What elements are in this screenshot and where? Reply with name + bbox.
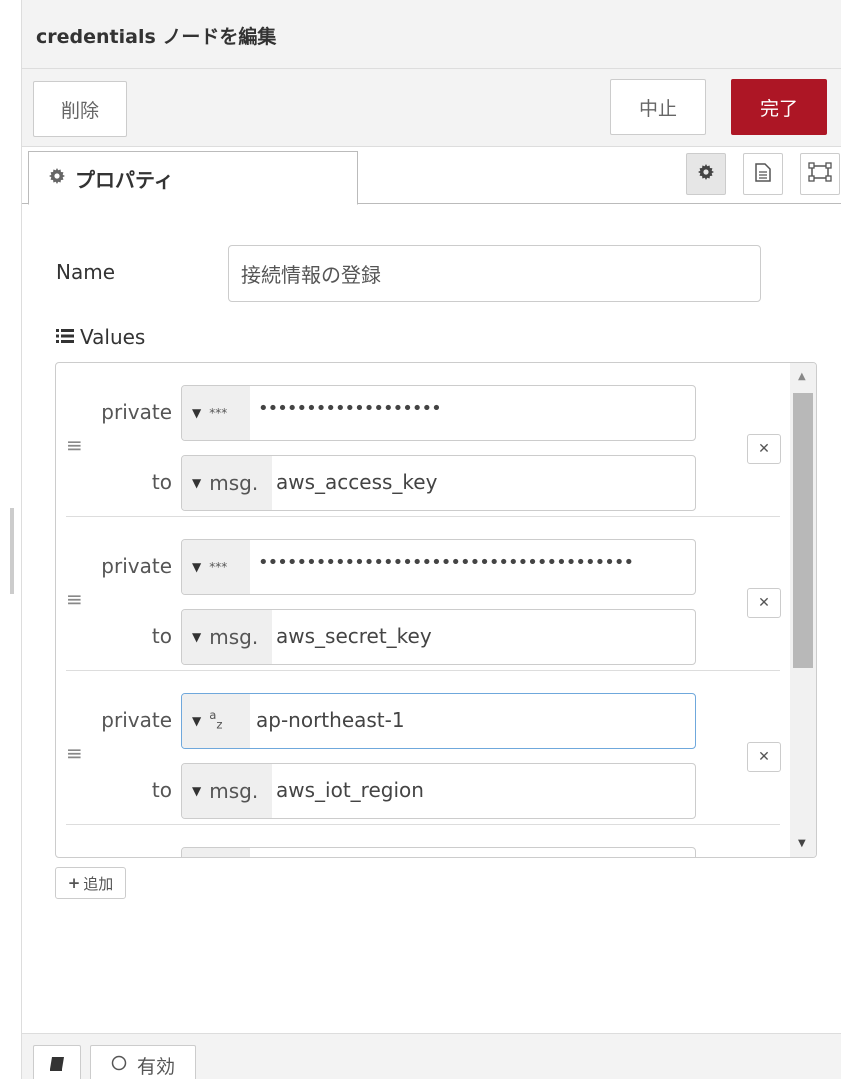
private-typed-input[interactable]: ▼ *** ••••••••••••••••••••••••••••••••••…: [181, 539, 696, 595]
scroll-up-icon[interactable]: ▲: [798, 371, 806, 382]
tray-footer: 有効: [22, 1033, 841, 1079]
remove-row-button[interactable]: ✕: [747, 588, 781, 618]
private-typed-input[interactable]: ▼ az ap-northeast-1: [181, 693, 696, 749]
private-label: private: [101, 708, 172, 732]
private-value: •••••••••••••••••••: [258, 398, 442, 419]
list-item: [66, 825, 780, 857]
cancel-button[interactable]: 中止: [610, 79, 706, 135]
plus-icon: +: [67, 874, 81, 892]
caret-down-icon: ▼: [192, 476, 202, 490]
drag-handle-icon[interactable]: ≡: [66, 741, 83, 765]
description-tab-button[interactable]: [743, 153, 783, 195]
type-label: ***: [209, 406, 228, 420]
scroll-thumb[interactable]: [793, 393, 813, 668]
type-selector[interactable]: [182, 848, 250, 857]
scroll-down-icon[interactable]: ▼: [798, 838, 806, 849]
caret-down-icon: ▼: [192, 560, 202, 574]
book-icon: [49, 1056, 65, 1075]
caret-down-icon: ▼: [192, 714, 202, 728]
private-typed-input[interactable]: [181, 847, 696, 857]
circle-icon: [111, 1054, 127, 1076]
type-selector[interactable]: ▼ msg.: [182, 610, 272, 664]
add-button[interactable]: + 追加: [55, 867, 126, 899]
remove-row-button[interactable]: ✕: [747, 742, 781, 772]
list-icon: [56, 325, 74, 349]
gear-icon: [698, 164, 714, 184]
to-label: to: [151, 470, 172, 494]
type-label: msg.: [209, 779, 259, 803]
caret-down-icon: ▼: [192, 630, 202, 644]
name-label: Name: [56, 260, 116, 284]
edit-tray: credentials ノードを編集 削除 中止 完了 プロパティ Name 接…: [22, 0, 841, 1079]
type-label: msg.: [209, 625, 259, 649]
delete-button[interactable]: 削除: [33, 81, 127, 137]
appearance-tab-button[interactable]: [800, 153, 840, 195]
to-value: aws_secret_key: [276, 624, 432, 648]
to-value: aws_access_key: [276, 470, 438, 494]
private-value: ap-northeast-1: [256, 708, 405, 732]
remove-row-button[interactable]: ✕: [747, 434, 781, 464]
left-panel-edge: [0, 0, 22, 1079]
tray-title: credentials ノードを編集: [36, 26, 277, 48]
to-typed-input[interactable]: ▼ msg. aws_access_key: [181, 455, 696, 511]
done-button[interactable]: 完了: [731, 79, 827, 135]
drag-handle-icon[interactable]: ≡: [66, 433, 83, 457]
caret-down-icon: ▼: [192, 406, 202, 420]
tray-header: credentials ノードを編集: [22, 0, 841, 69]
resize-grip[interactable]: [10, 508, 14, 594]
name-input[interactable]: [228, 245, 761, 302]
to-value: aws_iot_region: [276, 778, 424, 802]
private-label: private: [101, 554, 172, 578]
to-label: to: [151, 624, 172, 648]
tab-properties-label: プロパティ: [75, 167, 174, 192]
type-label: msg.: [209, 471, 259, 495]
enable-label: 有効: [136, 1055, 175, 1078]
type-selector[interactable]: ▼ ***: [182, 540, 250, 594]
to-label: to: [151, 778, 172, 802]
to-typed-input[interactable]: ▼ msg. aws_iot_region: [181, 763, 696, 819]
close-icon: ✕: [758, 441, 770, 457]
scrollbar[interactable]: ▲ ▼: [790, 363, 816, 857]
type-selector[interactable]: ▼ ***: [182, 386, 250, 440]
description-icon: [755, 162, 771, 186]
close-icon: ✕: [758, 749, 770, 765]
to-typed-input[interactable]: ▼ msg. aws_secret_key: [181, 609, 696, 665]
tray-toolbar: 削除 中止 完了: [22, 69, 841, 147]
list-item: ≡ private ▼ az ap-northeast-1 to ▼ msg. …: [66, 671, 781, 825]
list-item: ≡ private ▼ *** ••••••••••••••••••••••••…: [66, 517, 781, 671]
close-icon: ✕: [758, 595, 770, 611]
type-selector[interactable]: ▼ msg.: [182, 456, 272, 510]
private-typed-input[interactable]: ▼ *** •••••••••••••••••••: [181, 385, 696, 441]
enable-toggle-button[interactable]: 有効: [90, 1045, 196, 1079]
tab-bar: プロパティ: [22, 147, 841, 205]
values-editable-list[interactable]: ≡ private ▼ *** ••••••••••••••••••• to ▼…: [55, 362, 817, 858]
string-type-icon: az: [209, 708, 223, 732]
caret-down-icon: ▼: [192, 784, 202, 798]
node-help-button[interactable]: [33, 1045, 81, 1079]
add-label: 追加: [83, 874, 114, 893]
appearance-icon: [808, 162, 832, 186]
type-selector[interactable]: ▼ msg.: [182, 764, 272, 818]
settings-tab-button[interactable]: [686, 153, 726, 195]
tab-properties[interactable]: プロパティ: [28, 151, 358, 205]
type-label: ***: [209, 560, 228, 574]
values-label: Values: [80, 325, 146, 349]
type-selector[interactable]: ▼ az: [182, 694, 250, 748]
list-item: ≡ private ▼ *** ••••••••••••••••••• to ▼…: [66, 363, 781, 517]
gear-icon: [49, 167, 65, 189]
values-label-group: Values: [56, 325, 145, 349]
private-label: private: [101, 400, 172, 424]
private-value: •••••••••••••••••••••••••••••••••••••••: [258, 552, 634, 573]
drag-handle-icon[interactable]: ≡: [66, 587, 83, 611]
